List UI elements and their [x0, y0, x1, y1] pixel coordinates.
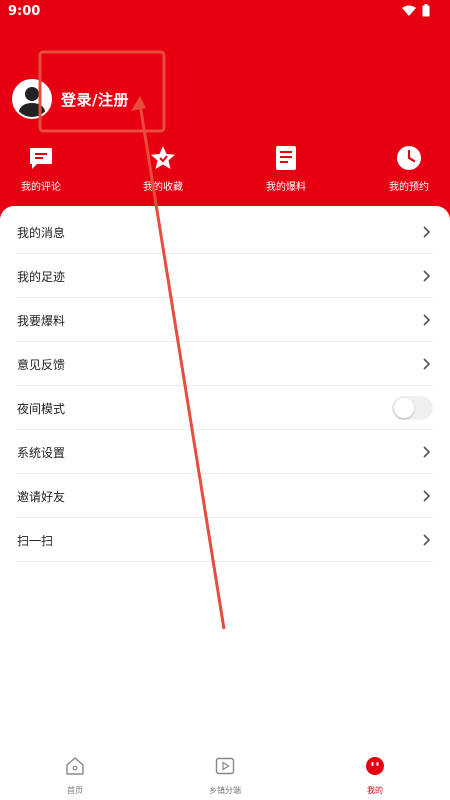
- menu-item-feedback[interactable]: 意见反馈: [16, 342, 433, 386]
- menu-item-night-mode: 夜间模式: [16, 386, 433, 430]
- quick-actions: 我的评论 我的收藏 我的爆料 我的预约: [0, 145, 450, 197]
- menu-item-settings[interactable]: 系统设置: [16, 430, 433, 474]
- quick-action-label: 我的爆料: [266, 182, 306, 193]
- login-register-link[interactable]: 登录/注册: [61, 89, 129, 110]
- quick-action-tips[interactable]: 我的爆料: [241, 145, 331, 193]
- quick-action-comments[interactable]: 我的评论: [0, 145, 86, 193]
- menu-item-label: 我的足迹: [17, 270, 66, 284]
- chevron-right-icon: [423, 490, 431, 502]
- chevron-right-icon: [423, 314, 431, 326]
- menu-list: 我的消息 我的足迹 我要爆料 意见反馈 夜间模式 系统设置 邀请好友 扫一扫: [16, 210, 433, 562]
- menu-item-label: 系统设置: [17, 446, 66, 460]
- chevron-right-icon: [423, 446, 431, 458]
- menu-card: 我的消息 我的足迹 我要爆料 意见反馈 夜间模式 系统设置 邀请好友 扫一扫: [0, 206, 450, 746]
- quick-action-label: 我的评论: [21, 182, 61, 193]
- menu-item-messages[interactable]: 我的消息: [16, 210, 433, 254]
- star-icon: [151, 146, 175, 169]
- menu-item-label: 意见反馈: [17, 358, 66, 372]
- wifi-icon: [402, 5, 416, 16]
- clock-icon: [397, 146, 421, 170]
- home-icon: [66, 757, 84, 775]
- bottom-nav: 首页 乡镇分端 我的: [0, 746, 450, 800]
- avatar[interactable]: [12, 79, 52, 119]
- quick-action-label: 我的收藏: [143, 182, 183, 193]
- status-time: 9:00: [8, 4, 41, 19]
- menu-item-invite-friends[interactable]: 邀请好友: [16, 474, 433, 518]
- nav-profile[interactable]: 我的: [325, 756, 425, 796]
- menu-item-submit-tip[interactable]: 我要爆料: [16, 298, 433, 342]
- profile-icon: [366, 757, 384, 775]
- toggle-knob: [394, 398, 414, 418]
- nav-label: 首页: [67, 786, 83, 795]
- nav-home[interactable]: 首页: [25, 756, 125, 796]
- status-icons: [402, 4, 430, 17]
- menu-item-scan[interactable]: 扫一扫: [16, 518, 433, 562]
- nav-label: 乡镇分端: [209, 786, 241, 795]
- quick-action-reservations[interactable]: 我的预约: [364, 145, 450, 193]
- menu-item-label: 我要爆料: [17, 314, 66, 328]
- chevron-right-icon: [423, 534, 431, 546]
- chevron-right-icon: [423, 358, 431, 370]
- comment-icon: [30, 148, 52, 169]
- quick-action-favorites[interactable]: 我的收藏: [118, 145, 208, 193]
- menu-item-label: 扫一扫: [17, 534, 54, 548]
- menu-item-label: 邀请好友: [17, 490, 66, 504]
- menu-item-history[interactable]: 我的足迹: [16, 254, 433, 298]
- user-silhouette-icon: [18, 87, 46, 117]
- status-bar: 9:00: [0, 0, 450, 24]
- battery-icon: [422, 4, 430, 17]
- chevron-right-icon: [423, 226, 431, 238]
- nav-label: 我的: [367, 786, 383, 795]
- play-icon: [215, 757, 235, 775]
- quick-action-label: 我的预约: [389, 182, 429, 193]
- chevron-right-icon: [423, 270, 431, 282]
- menu-item-label: 夜间模式: [17, 402, 66, 416]
- nav-township[interactable]: 乡镇分端: [175, 756, 275, 796]
- menu-item-label: 我的消息: [17, 226, 66, 240]
- night-mode-toggle[interactable]: [392, 396, 433, 420]
- document-icon: [276, 146, 296, 170]
